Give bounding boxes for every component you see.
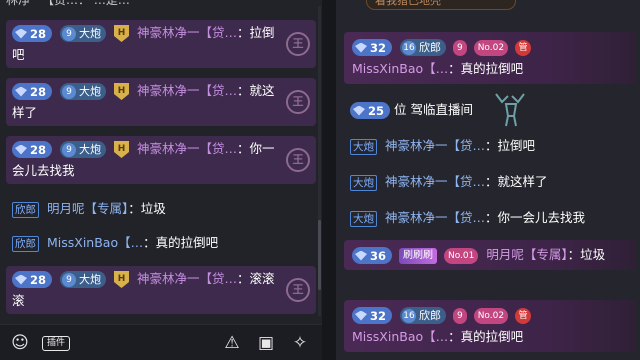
username[interactable]: MissXinBao【… [352,61,448,76]
shield-icon: H [113,141,129,158]
fan-tag: 大炮 [350,174,377,191]
diamond-icon [355,42,367,53]
highlight-message[interactable]: 36 刷刷刷 No.01 明月呢【专属】：垃圾 [344,240,636,270]
chat-message[interactable]: 28 9 大炮 H 神豪林净一【贷…：拉倒吧 王 [6,20,316,68]
diamond-icon [15,274,27,285]
username[interactable]: 神豪林净一【贷… [137,83,237,98]
username[interactable]: 明月呢【专属】 [486,247,567,262]
username[interactable]: 神豪林净一【贷… [137,271,237,286]
diamond-icon [15,28,27,39]
message-text: ：垃圾 [567,247,606,262]
user-level-badge: 28 [12,83,53,100]
wand-icon[interactable]: ✧ [290,333,310,353]
chat-message[interactable]: 28 9 大炮 H 神豪林净一【贷…：你一会儿去找我 王 [6,136,316,184]
diamond-icon [15,86,27,97]
shield-icon: H [113,271,129,288]
highlight-message[interactable]: 32 16 欣郎 9 No.02 管 MissXinBao【…：真的拉倒吧 [344,32,636,84]
chat-message[interactable]: 28 9 大炮 H 神豪林净一【贷…：滚滚滚 王 [6,266,316,314]
fan-badge: 9 大炮 [60,271,106,288]
chat-message[interactable]: 欣郎 MissXinBao【…：真的拉倒吧 [6,232,316,254]
fan-badge: 16 欣郎 [400,307,446,324]
king-icon: 王 [286,90,310,114]
gift-card-icon[interactable]: ▣ [256,333,276,353]
username[interactable]: 明月呢【专属】 [47,201,128,216]
smile-icon[interactable]: ☺ [10,333,30,353]
noble-badge: 9 [452,307,467,324]
diamond-icon [355,250,367,261]
chat-message[interactable]: 28 9 大炮 H 神豪林净一【贷…：就这样了 王 [6,78,316,126]
username[interactable]: 神豪林净一【贷… [385,174,485,189]
user-level-badge: 32 [352,307,393,324]
username[interactable]: MissXinBao【… [352,329,448,344]
username[interactable]: 神豪林净一【贷… [385,138,485,153]
message-text: ：真的拉倒吧 [448,61,524,76]
fan-badge: 9 大炮 [60,141,106,158]
chat-message[interactable]: 大炮 神豪林净一【贷…：拉倒吧 [350,136,636,156]
rank-badge: No.02 [473,307,509,324]
chat-window: 林净一【贷…： …是… 28 9 大炮 H 神豪林净一【贷…：拉倒吧 王 28 9… [0,0,640,360]
user-level-badge: 28 [12,25,53,42]
left-chat-panel: 林净一【贷…： …是… 28 9 大炮 H 神豪林净一【贷…：拉倒吧 王 28 9… [0,0,322,360]
user-level-badge: 28 [12,271,53,288]
chat-message[interactable]: 大炮 神豪林净一【贷…：你一会儿去找我 [350,208,636,228]
king-icon: 王 [286,278,310,302]
message-text: ：垃圾 [128,201,166,216]
fan-tag: 欣郎 [12,201,39,218]
clipped-message: 林净一【贷…： …是… [6,0,130,7]
highlight-message[interactable]: 32 16 欣郎 9 No.02 管 MissXinBao【…：真的拉倒吧 [344,300,636,352]
chat-message[interactable]: 大炮 神豪林净一【贷…：就这样了 [350,172,636,192]
diamond-icon [15,144,27,155]
chat-toolbar: ☺ 插件 ⚠ ▣ ✧ [0,324,322,360]
chat-scroll-thumb[interactable] [318,220,321,290]
right-chat-panel: 看我猎已地壳 32 16 欣郎 9 No.02 管 MissXinBao【…：真的… [336,0,640,360]
panel-divider [322,0,336,360]
warning-icon[interactable]: ⚠ [222,333,242,353]
user-level-badge: 32 [352,39,393,56]
rank-badge: No.02 [473,39,509,56]
user-level-badge: 36 [352,247,393,264]
fan-tag: 大炮 [350,138,377,155]
fan-badge: 16 欣郎 [400,39,446,56]
deer-icon [495,93,525,127]
shield-icon: H [113,83,129,100]
shield-icon: H [113,25,129,42]
fan-tag: 大炮 [350,210,377,227]
chat-message[interactable]: 欣郎 明月呢【专属】：垃圾 [6,198,316,220]
username[interactable]: 神豪林净一【贷… [137,25,237,40]
diamond-icon [353,105,365,116]
fan-tag: 欣郎 [12,235,39,252]
username[interactable]: 神豪林净一【贷… [137,141,237,156]
message-text: ：真的拉倒吧 [448,329,524,344]
king-icon: 王 [286,148,310,172]
user-level-badge: 25 [350,102,391,119]
noble-badge: 9 [452,39,467,56]
user-level-badge: 28 [12,141,53,158]
fan-badge: 9 大炮 [60,83,106,100]
message-text: ：拉倒吧 [485,138,536,153]
admin-badge: 管 [515,39,532,56]
plugin-button[interactable]: 插件 [42,336,71,351]
diamond-icon [355,310,367,321]
king-icon: 王 [286,32,310,56]
username[interactable]: 神豪林净一【贷… [385,210,485,225]
enter-text: 位 驾临直播间 [394,102,473,117]
message-text: ：真的拉倒吧 [143,235,219,250]
message-text: ：你一会儿去找我 [485,210,586,225]
fan-badge: 9 大炮 [60,25,106,42]
top-banner[interactable]: 看我猎已地壳 [366,0,516,10]
rank-badge: No.01 [443,247,479,264]
gift-badge: 刷刷刷 [399,247,437,264]
message-text: ：就这样了 [485,174,548,189]
admin-badge: 管 [515,307,532,324]
username[interactable]: MissXinBao【… [47,235,143,250]
